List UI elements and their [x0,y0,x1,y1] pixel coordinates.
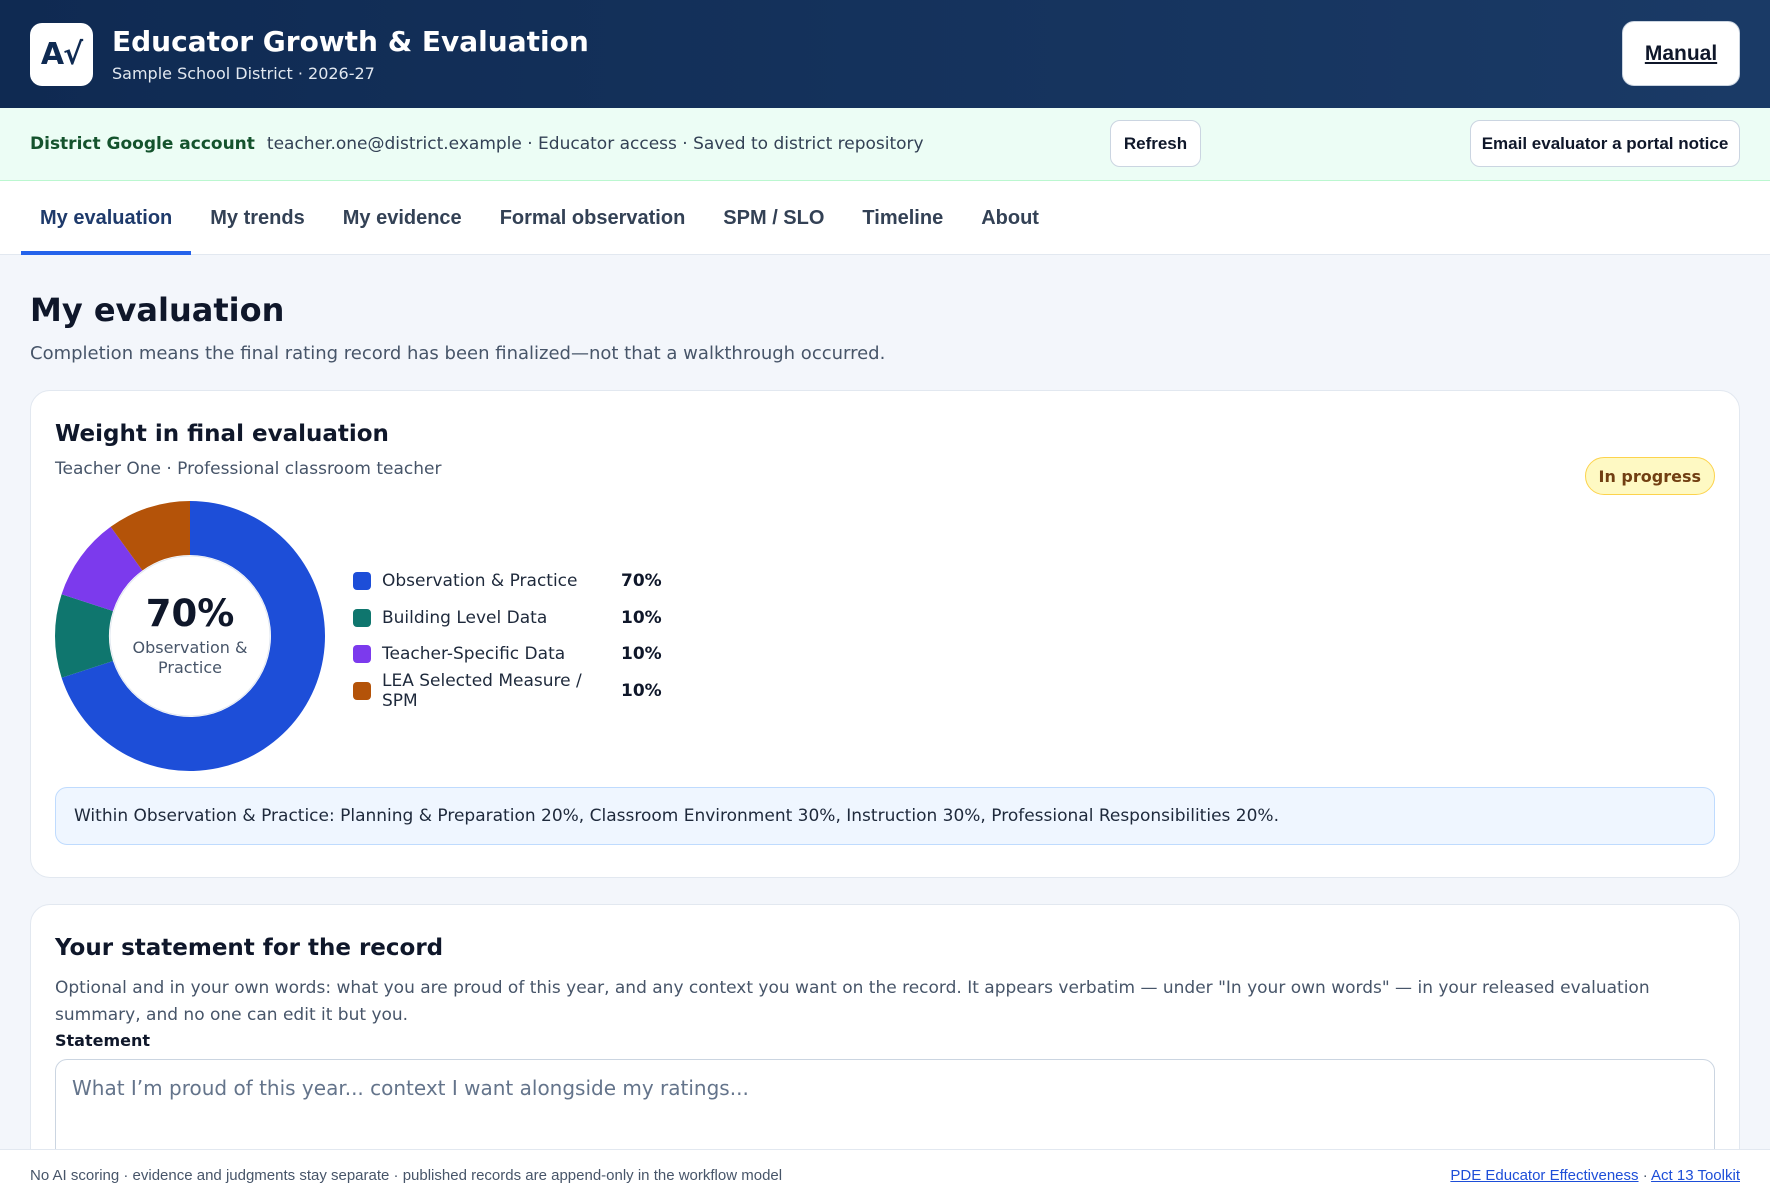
footer-text: No AI scoring · evidence and judgments s… [30,1166,783,1184]
weight-card-subtitle: Teacher One · Professional classroom tea… [55,459,442,479]
main-content: My evaluation Completion means the final… [0,291,1770,1200]
weight-card-title: Weight in final evaluation [55,421,389,447]
weight-chart-row: 70% Observation & Practice Observation &… [54,501,1715,771]
legend-item: Building Level Data 10% [353,600,662,637]
legend-value: 70% [621,571,662,592]
app-header: A√ Educator Growth & Evaluation Sample S… [0,0,1770,108]
account-info: teacher.one@district.example · Educator … [266,134,924,154]
weight-card: Weight in final evaluation Teacher One ·… [30,390,1740,878]
act-13-toolkit-link[interactable]: Act 13 Toolkit [1651,1167,1740,1184]
footer-links: PDE Educator Effectiveness · Act 13 Tool… [1450,1167,1740,1184]
page-footer: No AI scoring · evidence and judgments s… [0,1149,1770,1200]
tab-my-trends[interactable]: My trends [191,181,323,255]
weight-donut-chart: 70% Observation & Practice [54,501,326,771]
tab-my-evaluation[interactable]: My evaluation [21,181,192,255]
account-label: District Google account [30,134,255,154]
donut-center: 70% Observation & Practice [55,501,325,771]
email-evaluator-button[interactable]: Email evaluator a portal notice [1470,120,1740,167]
pde-educator-effectiveness-link[interactable]: PDE Educator Effectiveness [1450,1167,1638,1184]
statement-field-label: Statement [55,1031,151,1051]
app-title-block: Educator Growth & Evaluation Sample Scho… [112,25,589,84]
tab-spm-slo[interactable]: SPM / SLO [704,181,843,255]
page-subtitle: Completion means the final rating record… [30,343,886,364]
status-badge: In progress [1584,457,1715,495]
tab-timeline[interactable]: Timeline [843,181,962,255]
donut-center-value: 70% [145,592,235,636]
chart-legend: Observation & Practice 70% Building Leve… [353,563,662,711]
legend-swatch [353,572,371,591]
legend-item: Teacher-Specific Data 10% [353,636,662,673]
legend-value: 10% [621,607,662,628]
legend-label: Teacher-Specific Data [382,644,566,665]
legend-label: Building Level Data [382,607,548,628]
legend-item: LEA Selected Measure / SPM 10% [353,670,662,711]
footer-separator: · [1642,1166,1648,1184]
legend-item: Observation & Practice 70% [353,563,662,600]
observation-breakdown-note: Within Observation & Practice: Planning … [55,787,1715,845]
legend-swatch [353,608,371,627]
tab-formal-observation[interactable]: Formal observation [481,181,705,255]
refresh-button[interactable]: Refresh [1110,120,1201,167]
app-logo-icon: A√ [30,22,93,86]
tab-bar: My evaluation My trends My evidence Form… [0,181,1770,255]
legend-label: LEA Selected Measure / SPM [382,670,582,711]
donut-center-label: Observation & Practice [132,638,248,677]
tab-about[interactable]: About [962,181,1058,255]
legend-value: 10% [621,680,662,701]
account-bar: District Google account teacher.one@dist… [0,108,1770,181]
statement-description: Optional and in your own words: what you… [55,978,1650,1026]
manual-button[interactable]: Manual [1622,21,1740,86]
legend-swatch [353,645,371,664]
app-title: Educator Growth & Evaluation [112,24,589,58]
page-title: My evaluation [30,291,285,329]
legend-value: 10% [621,644,662,665]
legend-swatch [353,681,371,700]
legend-label: Observation & Practice [382,571,578,592]
statement-card-title: Your statement for the record [55,935,444,961]
tab-my-evidence[interactable]: My evidence [324,181,481,255]
app-subtitle: Sample School District · 2026-27 [112,64,375,84]
